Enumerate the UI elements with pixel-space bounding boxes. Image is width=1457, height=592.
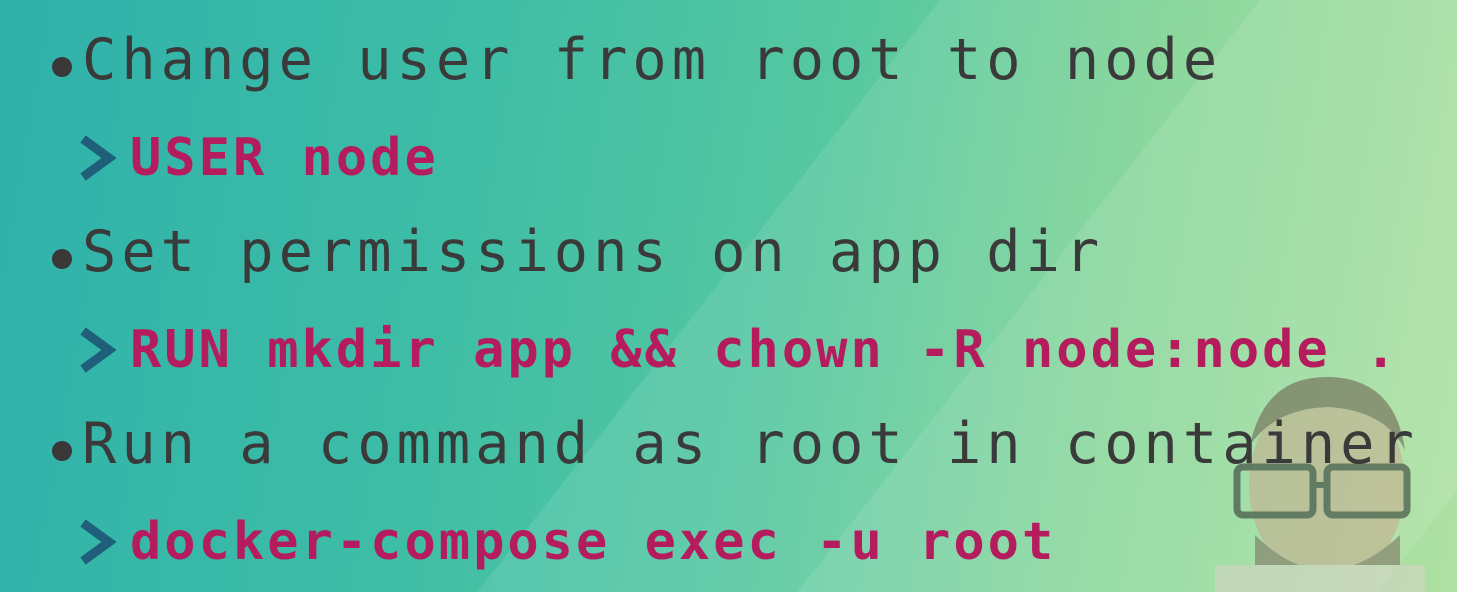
bullet-text: Run a command as root in container xyxy=(82,411,1419,477)
chevron-right-icon xyxy=(80,327,116,373)
bullet-icon xyxy=(52,441,72,461)
slide: Change user from root to node USER node … xyxy=(0,0,1457,592)
chevron-right-icon xyxy=(80,519,116,565)
bullet-icon xyxy=(52,249,72,269)
command-text: docker-compose exec -u root xyxy=(130,512,1057,572)
command-line: docker-compose exec -u root xyxy=(78,512,1056,572)
chevron-right-icon xyxy=(80,135,116,181)
bullet-text: Set permissions on app dir xyxy=(82,219,1105,285)
bullet-text: Change user from root to node xyxy=(82,27,1223,93)
bullet-item: Change user from root to node xyxy=(52,28,1222,92)
bullet-icon xyxy=(52,57,72,77)
bullet-item: Set permissions on app dir xyxy=(52,220,1104,284)
command-line: USER node xyxy=(78,128,439,188)
bullet-item: Run a command as root in container xyxy=(52,412,1419,476)
command-line: RUN mkdir app && chown -R node:node . xyxy=(78,320,1399,380)
command-text: RUN mkdir app && chown -R node:node . xyxy=(130,320,1400,380)
command-text: USER node xyxy=(130,128,439,188)
